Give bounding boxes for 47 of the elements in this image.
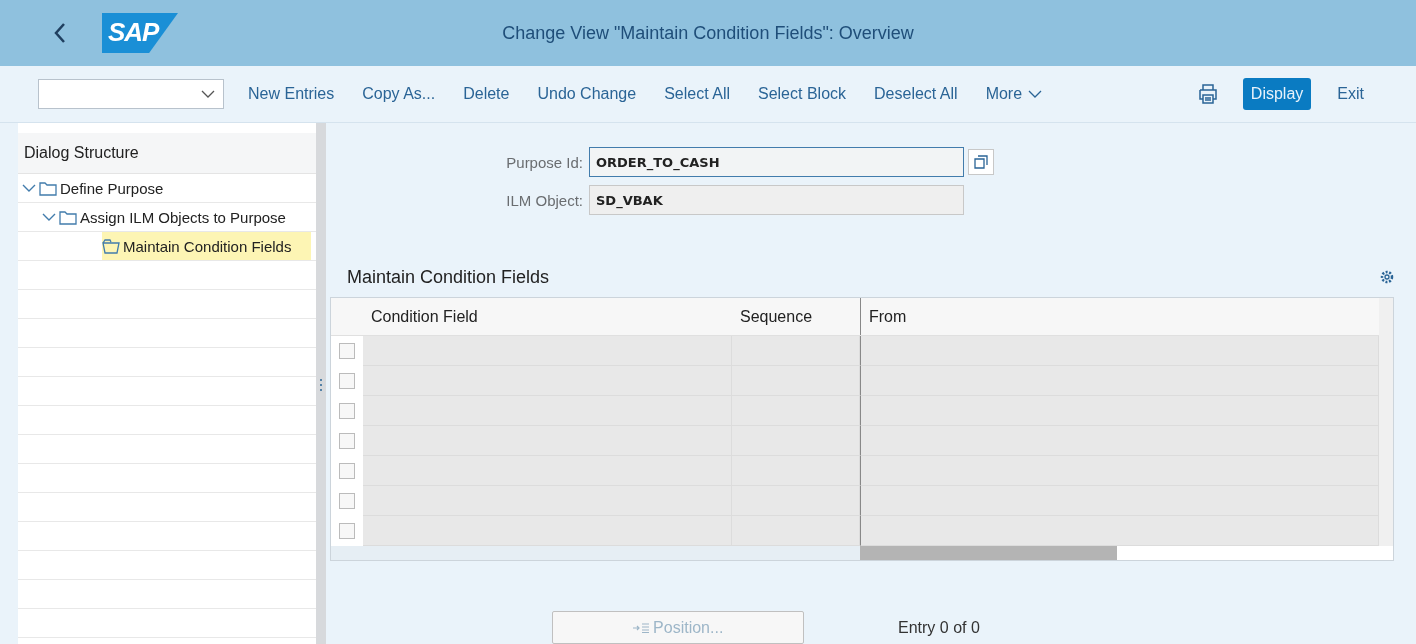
position-icon [632,622,649,633]
section-title: Maintain Condition Fields [347,266,551,288]
tree-item[interactable]: Define Purpose [22,174,184,202]
toolbar-button[interactable]: Deselect All [864,79,968,109]
folder-icon [102,238,120,254]
chevron-down-icon [201,90,215,98]
window-title: Change View "Maintain Condition Fields": Overview [502,22,914,43]
input-field[interactable]: SD_VBAK [589,185,964,215]
vertical-scrollbar[interactable] [1379,298,1393,546]
chevron-down-icon[interactable] [22,183,36,193]
row-checkbox[interactable] [339,343,355,359]
folder-icon [39,180,57,196]
scrollbar-thumb[interactable] [860,546,1117,560]
tree-item[interactable]: Assign ILM Objects to Purpose [42,203,306,231]
panel-title: Dialog Structure [24,144,139,162]
field-label: ILM Object: [505,191,584,209]
folder-icon [59,209,77,225]
printer-icon[interactable] [1196,83,1219,105]
field-label: Purpose Id: [505,153,584,171]
toolbar-button[interactable]: Undo Change [527,79,647,109]
chevron-down-icon [1028,90,1043,98]
row-checkbox[interactable] [339,373,355,389]
copy-icon[interactable] [968,149,994,175]
sap-logo: SAP [102,13,178,53]
entry-count: Entry 0 of 0 [898,618,980,637]
row-checkbox[interactable] [339,433,355,449]
toolbar-button[interactable]: Copy As... [352,79,446,109]
toolbar-button[interactable]: Select Block [748,79,857,109]
back-icon[interactable] [52,21,68,45]
toolbar-button[interactable]: Select All [654,79,740,109]
row-checkbox[interactable] [339,523,355,539]
chevron-down-icon[interactable] [42,212,56,222]
splitter-handle[interactable] [320,378,322,392]
column-header[interactable]: Condition Field [363,298,732,335]
settings-icon[interactable] [1380,270,1394,284]
command-dropdown[interactable] [38,79,224,109]
more-button[interactable]: More [975,79,1053,109]
exit-button[interactable]: Exit [1327,79,1374,109]
input-field[interactable]: ORDER_TO_CASH [589,147,964,177]
row-checkbox[interactable] [339,493,355,509]
row-checkbox[interactable] [339,463,355,479]
display-button[interactable]: Display [1242,78,1312,110]
toolbar-button[interactable]: New Entries [238,79,345,109]
toolbar-button[interactable]: Delete [453,79,520,109]
tree-item[interactable]: Maintain Condition Fields [102,232,312,260]
row-checkbox[interactable] [339,403,355,419]
column-header[interactable]: Sequence [732,298,860,335]
